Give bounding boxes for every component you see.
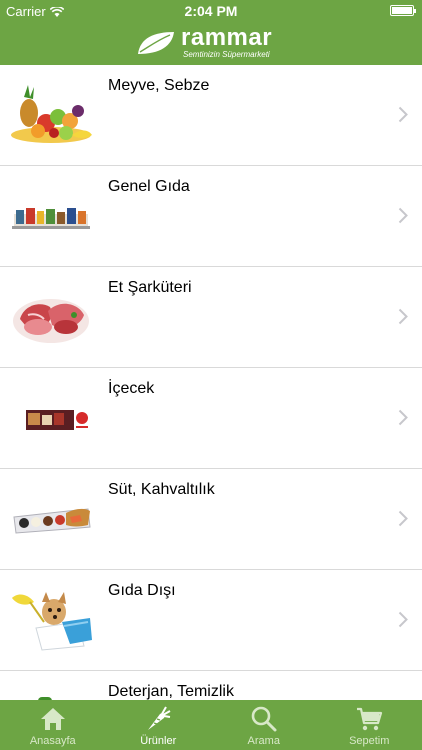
- category-row-meyve-sebze[interactable]: Meyve, Sebze: [0, 65, 422, 166]
- category-label: Meyve, Sebze: [108, 77, 210, 94]
- tab-bar: Anasayfa Ürünler Arama Sepetim: [0, 700, 422, 750]
- status-time: 2:04 PM: [184, 3, 238, 19]
- chevron-right-icon: [398, 409, 408, 426]
- category-row-icecek[interactable]: İçecek: [0, 368, 422, 469]
- chevron-right-icon: [398, 611, 408, 628]
- search-icon: [251, 706, 277, 732]
- chevron-right-icon: [398, 510, 408, 527]
- tab-label: Arama: [247, 735, 280, 747]
- category-label: Et Şarküteri: [108, 279, 192, 296]
- cart-icon: [357, 707, 383, 731]
- detergent-cleaning-image: [38, 697, 52, 700]
- category-row-gida-disi[interactable]: Gıda Dışı: [0, 570, 422, 671]
- category-label: Deterjan, Temizlik: [108, 683, 234, 700]
- category-label: Genel Gıda: [108, 178, 190, 195]
- non-food-dog-image: [12, 592, 92, 651]
- tab-arama[interactable]: Arama: [211, 700, 317, 750]
- category-label: Süt, Kahvaltılık: [108, 481, 215, 498]
- category-list[interactable]: Meyve, Sebze Genel Gıda Et Şarküteri İçe…: [0, 65, 422, 700]
- category-row-et-sarkuteri[interactable]: Et Şarküteri: [0, 267, 422, 368]
- tab-label: Sepetim: [349, 735, 390, 747]
- tab-sepetim[interactable]: Sepetim: [317, 700, 422, 750]
- chevron-right-icon: [398, 207, 408, 224]
- category-label: İçecek: [108, 380, 155, 397]
- grocery-products-image: [12, 208, 90, 229]
- fruits-vegetables-image: [11, 85, 92, 143]
- tab-anasayfa[interactable]: Anasayfa: [0, 700, 106, 750]
- brand-tagline: Semtinizin Süpermarketi: [183, 50, 270, 59]
- battery-icon: [390, 5, 416, 16]
- category-row-genel-gida[interactable]: Genel Gıda: [0, 166, 422, 267]
- breakfast-dairy-image: [13, 508, 91, 534]
- status-bar: Carrier 2:04 PM: [0, 0, 422, 22]
- category-label: Gıda Dışı: [108, 582, 176, 599]
- home-icon: [40, 708, 65, 730]
- app-header: Carrier 2:04 PM rammar Semtinizin Süperm…: [0, 0, 422, 65]
- carrot-icon: [148, 706, 171, 730]
- tab-urunler[interactable]: Ürünler: [106, 700, 212, 750]
- chevron-right-icon: [398, 308, 408, 325]
- chevron-right-icon: [398, 106, 408, 123]
- category-row-deterjan-temizlik[interactable]: Deterjan, Temizlik: [0, 671, 422, 700]
- tab-label: Ürünler: [140, 735, 177, 747]
- rammar-logo: rammar Semtinizin Süpermarketi: [136, 24, 291, 61]
- meat-deli-image: [13, 299, 89, 343]
- brand-name: rammar: [181, 24, 273, 51]
- category-row-sut-kahvaltilik[interactable]: Süt, Kahvaltılık: [0, 469, 422, 570]
- drinks-image: [26, 410, 90, 430]
- tab-label: Anasayfa: [29, 735, 76, 747]
- leaf-logo-icon: [138, 32, 174, 54]
